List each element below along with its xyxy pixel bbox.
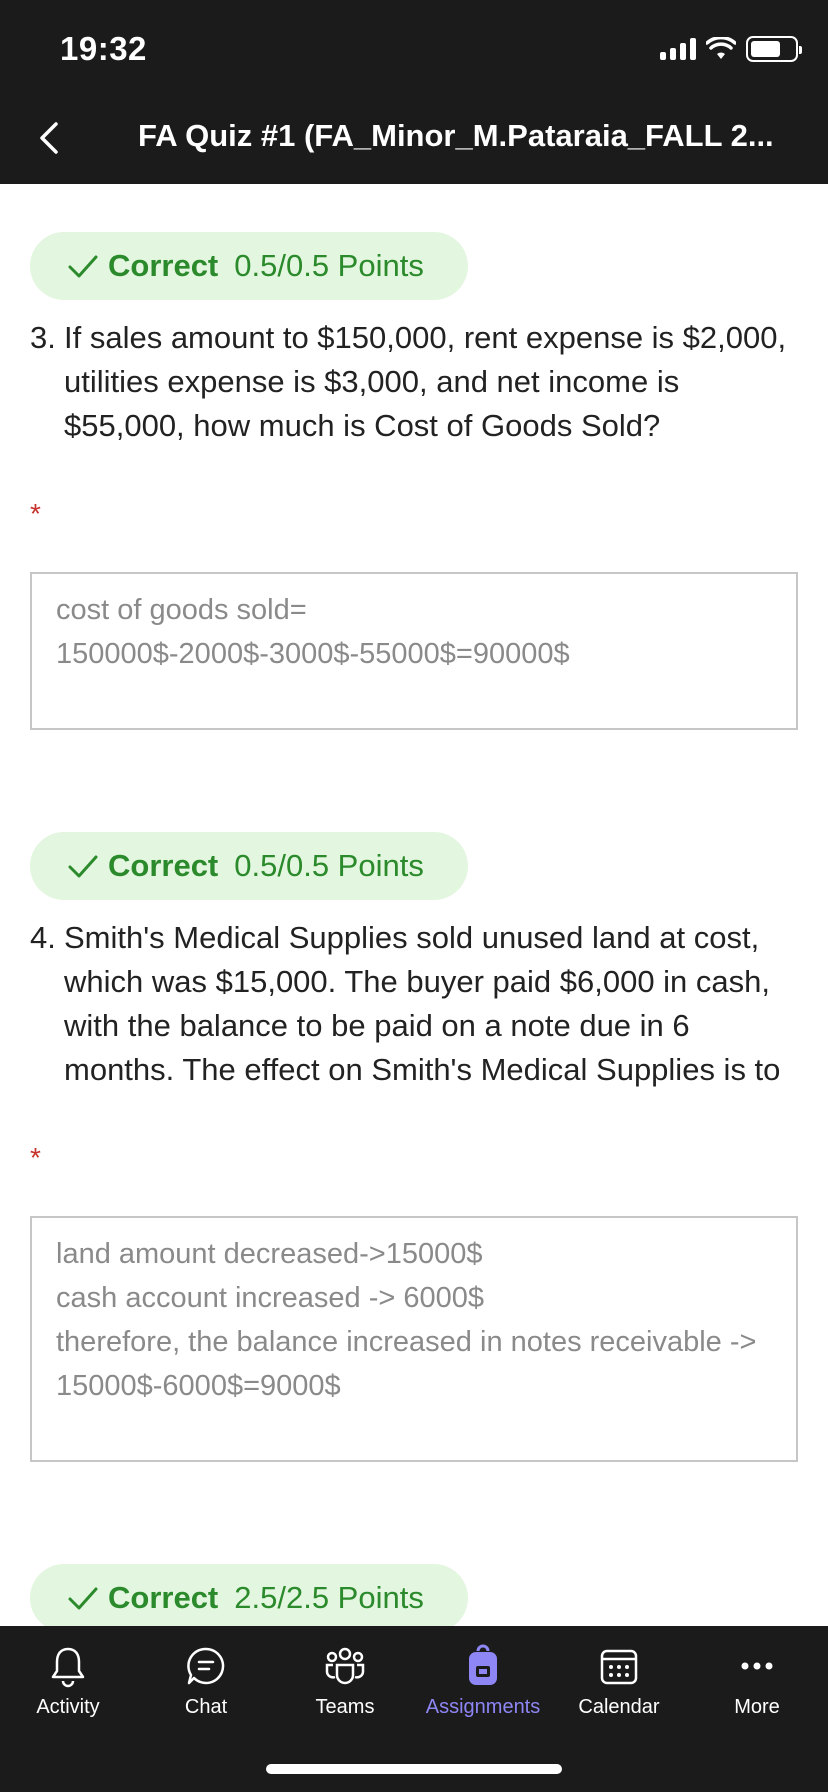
correct-label: Correct [108, 848, 219, 883]
tab-label: Assignments [425, 1696, 541, 1718]
question-text: If sales amount to $150,000, rent expens… [64, 320, 787, 443]
score-badge: Correct 0.5/0.5 Points [30, 232, 468, 300]
checkmark-icon [68, 855, 98, 878]
quiz-screen: 19:32 FA Quiz #1 (FA_Minor_M.Pataraia_FA… [0, 0, 828, 1792]
battery-icon [746, 36, 802, 62]
checkmark-icon [68, 1587, 98, 1610]
tab-label: Teams [315, 1696, 375, 1718]
wifi-icon [706, 37, 736, 59]
tab-chat[interactable]: Chat [141, 1644, 271, 1719]
score-badge: Correct 2.5/2.5 Points [30, 1564, 468, 1626]
back-arrow-icon[interactable] [30, 118, 70, 158]
teams-icon [325, 1647, 365, 1685]
tab-label: Calendar [578, 1696, 660, 1718]
status-time: 19:32 [60, 30, 147, 67]
points-label: 0.5/0.5 Points [234, 248, 424, 283]
more-icon [741, 1662, 773, 1670]
bell-icon [51, 1647, 85, 1688]
tab-calendar[interactable]: Calendar [554, 1644, 684, 1719]
status-icons [660, 36, 802, 62]
required-marker: * [30, 498, 41, 529]
required-marker: * [30, 1142, 41, 1173]
home-indicator[interactable] [266, 1764, 562, 1774]
tab-activity[interactable]: Activity [3, 1644, 133, 1719]
question-4: 4. Smith's Medical Supplies sold unused … [30, 916, 800, 1092]
score-badge: Correct 0.5/0.5 Points [30, 832, 468, 900]
tab-teams[interactable]: Teams [280, 1644, 410, 1719]
tab-label: Activity [36, 1696, 100, 1718]
question-text: Smith's Medical Supplies sold unused lan… [64, 920, 781, 1087]
page-title: FA Quiz #1 (FA_Minor_M.Pataraia_FALL 2..… [138, 118, 774, 153]
tab-label: Chat [184, 1696, 228, 1718]
signal-icon [660, 38, 696, 60]
points-label: 2.5/2.5 Points [234, 1580, 424, 1615]
calendar-icon [600, 1649, 638, 1685]
checkmark-icon [68, 255, 98, 278]
chat-icon [187, 1647, 225, 1685]
quiz-content[interactable]: Correct 0.5/0.5 Points 3. If sales amoun… [0, 184, 828, 1626]
correct-label: Correct [108, 1580, 219, 1615]
question-number: 4. [30, 920, 56, 955]
answer-box[interactable]: land amount decreased->15000$ cash accou… [30, 1216, 798, 1462]
tab-label: More [734, 1696, 780, 1718]
correct-label: Correct [108, 248, 219, 283]
tab-assignments[interactable]: Assignments [418, 1644, 548, 1719]
question-number: 3. [30, 320, 56, 355]
top-bar: 19:32 FA Quiz #1 (FA_Minor_M.Pataraia_FA… [0, 0, 828, 184]
tab-more[interactable]: More [692, 1644, 822, 1719]
backpack-icon [469, 1644, 497, 1685]
question-3: 3. If sales amount to $150,000, rent exp… [30, 316, 800, 448]
points-label: 0.5/0.5 Points [234, 848, 424, 883]
answer-box[interactable]: cost of goods sold= 150000$-2000$-3000$-… [30, 572, 798, 730]
